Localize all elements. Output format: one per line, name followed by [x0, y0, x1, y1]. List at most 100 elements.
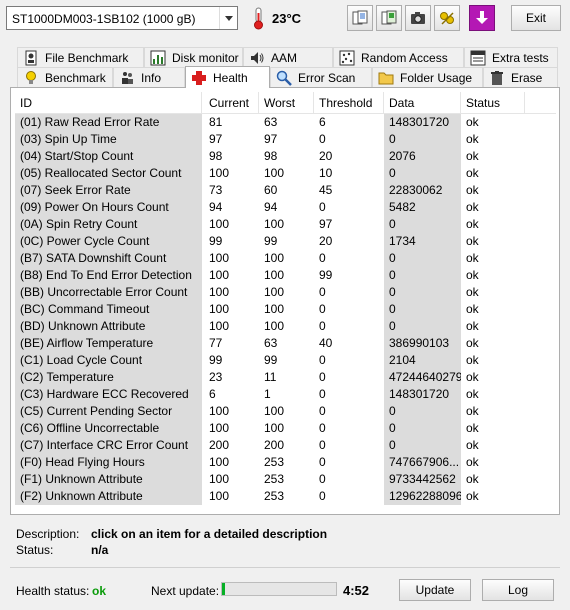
table-row[interactable]: (0C) Power Cycle Count 99 99 20 1734 ok [15, 233, 556, 250]
current-cell: 200 [209, 438, 230, 452]
drive-select[interactable]: ST1000DM003-1SB102 (1000 gB) [6, 6, 238, 30]
table-row[interactable]: (07) Seek Error Rate 73 60 45 22830062 ok [15, 182, 556, 199]
tab-file-benchmark[interactable]: File Benchmark [17, 47, 144, 67]
threshold-cell: 0 [319, 489, 326, 503]
attribute-id-cell: (01) Raw Read Error Rate [15, 114, 202, 131]
update-button[interactable]: Update [399, 579, 471, 601]
table-row[interactable]: (BE) Airflow Temperature 77 63 40 386990103 o… [15, 335, 556, 352]
threshold-cell: 0 [319, 251, 326, 265]
column-header-data[interactable]: Data [384, 92, 461, 114]
column-header-current[interactable]: Current [204, 92, 259, 114]
data-cell: 0 [384, 216, 461, 233]
threshold-cell: 0 [319, 472, 326, 486]
attribute-id-cell: (C3) Hardware ECC Recovered [15, 386, 202, 403]
info-icon [122, 71, 133, 84]
current-cell: 100 [209, 166, 230, 180]
current-cell: 100 [209, 302, 230, 316]
column-header-status[interactable]: Status [461, 92, 525, 114]
column-header-id[interactable]: ID [15, 92, 202, 114]
camera-button[interactable] [405, 5, 431, 31]
table-row[interactable]: (F0) Head Flying Hours 100 253 0 747667906..… [15, 454, 556, 471]
status-cell: ok [466, 404, 479, 418]
countdown-value: 4:52 [343, 583, 370, 598]
data-cell: 148301720 [384, 114, 461, 131]
tab-health[interactable]: Health [185, 66, 270, 88]
table-row[interactable]: (C3) Hardware ECC Recovered 6 1 0 148301720 o… [15, 386, 556, 403]
tab-info[interactable]: Info [113, 67, 185, 87]
worst-cell: 100 [264, 319, 285, 333]
table-row[interactable]: (BC) Command Timeout 100 100 0 0 ok [15, 301, 556, 318]
table-row[interactable]: (C5) Current Pending Sector 100 100 0 0 ok [15, 403, 556, 420]
table-row[interactable]: (C6) Offline Uncorrectable 100 100 0 0 ok [15, 420, 556, 437]
copy-info-icon [352, 10, 368, 25]
tab-error-scan[interactable]: Error Scan [270, 67, 372, 87]
tab-erase[interactable]: Erase [483, 67, 558, 87]
worst-cell: 1 [264, 387, 271, 401]
table-row[interactable]: (05) Reallocated Sector Count 100 100 10 0 ok [15, 165, 556, 182]
table-row[interactable]: (01) Raw Read Error Rate 81 63 6 148301720 ok [15, 114, 556, 131]
tab-label: File Benchmark [45, 50, 129, 65]
data-cell: 47244640279 [384, 369, 461, 386]
tab-random-access[interactable]: Random Access [333, 47, 464, 67]
current-cell: 100 [209, 268, 230, 282]
description-label: Description: [16, 527, 80, 541]
table-row[interactable]: (03) Spin Up Time 97 97 0 0 ok [15, 131, 556, 148]
current-cell: 100 [209, 455, 230, 469]
attribute-id-cell: (0A) Spin Retry Count [15, 216, 202, 233]
table-row[interactable]: (B7) SATA Downshift Count 100 100 0 0 ok [15, 250, 556, 267]
worst-cell: 100 [264, 421, 285, 435]
threshold-cell: 6 [319, 115, 326, 129]
data-cell: 2104 [384, 352, 461, 369]
exit-button[interactable]: Exit [511, 5, 561, 31]
data-cell: 0 [384, 420, 461, 437]
table-row[interactable]: (09) Power On Hours Count 94 94 0 5482 ok [15, 199, 556, 216]
tab-row-1: File Benchmark Disk monitor AAM Random A… [0, 47, 570, 67]
tab-label: Disk monitor [172, 50, 239, 65]
threshold-cell: 40 [319, 336, 333, 350]
random-access-icon [339, 50, 355, 65]
status-cell: ok [466, 387, 479, 401]
tab-label: Benchmark [45, 70, 106, 85]
table-row[interactable]: (F2) Unknown Attribute 100 253 0 12962288096… [15, 488, 556, 505]
tools-button[interactable] [434, 5, 460, 31]
tab-folder-usage[interactable]: Folder Usage [372, 67, 483, 87]
worst-cell: 100 [264, 302, 285, 316]
threshold-cell: 0 [319, 319, 326, 333]
current-cell: 100 [209, 319, 230, 333]
threshold-cell: 97 [319, 217, 333, 231]
attribute-id-cell: (07) Seek Error Rate [15, 182, 202, 199]
log-button[interactable]: Log [482, 579, 554, 601]
column-header-threshold[interactable]: Threshold [314, 92, 384, 114]
data-cell: 0 [384, 301, 461, 318]
tab-aam[interactable]: AAM [243, 47, 333, 67]
column-header-worst[interactable]: Worst [259, 92, 314, 114]
worst-cell: 99 [264, 353, 278, 367]
status-cell: ok [466, 336, 479, 350]
health-panel: ID Current Worst Threshold Data Status (… [10, 87, 560, 515]
download-button[interactable] [469, 5, 495, 31]
chevron-down-icon[interactable] [219, 7, 237, 29]
table-row[interactable]: (C2) Temperature 23 11 0 47244640279 ok [15, 369, 556, 386]
table-row[interactable]: (BB) Uncorrectable Error Count 100 100 0 0 ok [15, 284, 556, 301]
status-cell: ok [466, 166, 479, 180]
current-cell: 97 [209, 132, 223, 146]
table-row[interactable]: (BD) Unknown Attribute 100 100 0 0 ok [15, 318, 556, 335]
table-row[interactable]: (C7) Interface CRC Error Count 200 200 0 0 ok [15, 437, 556, 454]
tab-benchmark[interactable]: Benchmark [17, 67, 113, 87]
table-row[interactable]: (C1) Load Cycle Count 99 99 0 2104 ok [15, 352, 556, 369]
attribute-id-cell: (03) Spin Up Time [15, 131, 202, 148]
table-row[interactable]: (04) Start/Stop Count 98 98 20 2076 ok [15, 148, 556, 165]
tab-label: AAM [271, 50, 298, 65]
status-cell: ok [466, 353, 479, 367]
current-cell: 23 [209, 370, 223, 384]
table-row[interactable]: (B8) End To End Error Detection 100 100 99 0… [15, 267, 556, 284]
tab-disk-monitor[interactable]: Disk monitor [144, 47, 243, 67]
table-row[interactable]: (0A) Spin Retry Count 100 100 97 0 ok [15, 216, 556, 233]
copy-info-button[interactable] [347, 5, 373, 31]
tab-extra-tests[interactable]: Extra tests [464, 47, 558, 67]
copy-screenshot-button[interactable] [376, 5, 402, 31]
health-status-value: ok [92, 584, 107, 598]
health-cross-icon [192, 70, 206, 85]
tab-label: Folder Usage [400, 70, 473, 85]
table-row[interactable]: (F1) Unknown Attribute 100 253 0 9733442562 o… [15, 471, 556, 488]
